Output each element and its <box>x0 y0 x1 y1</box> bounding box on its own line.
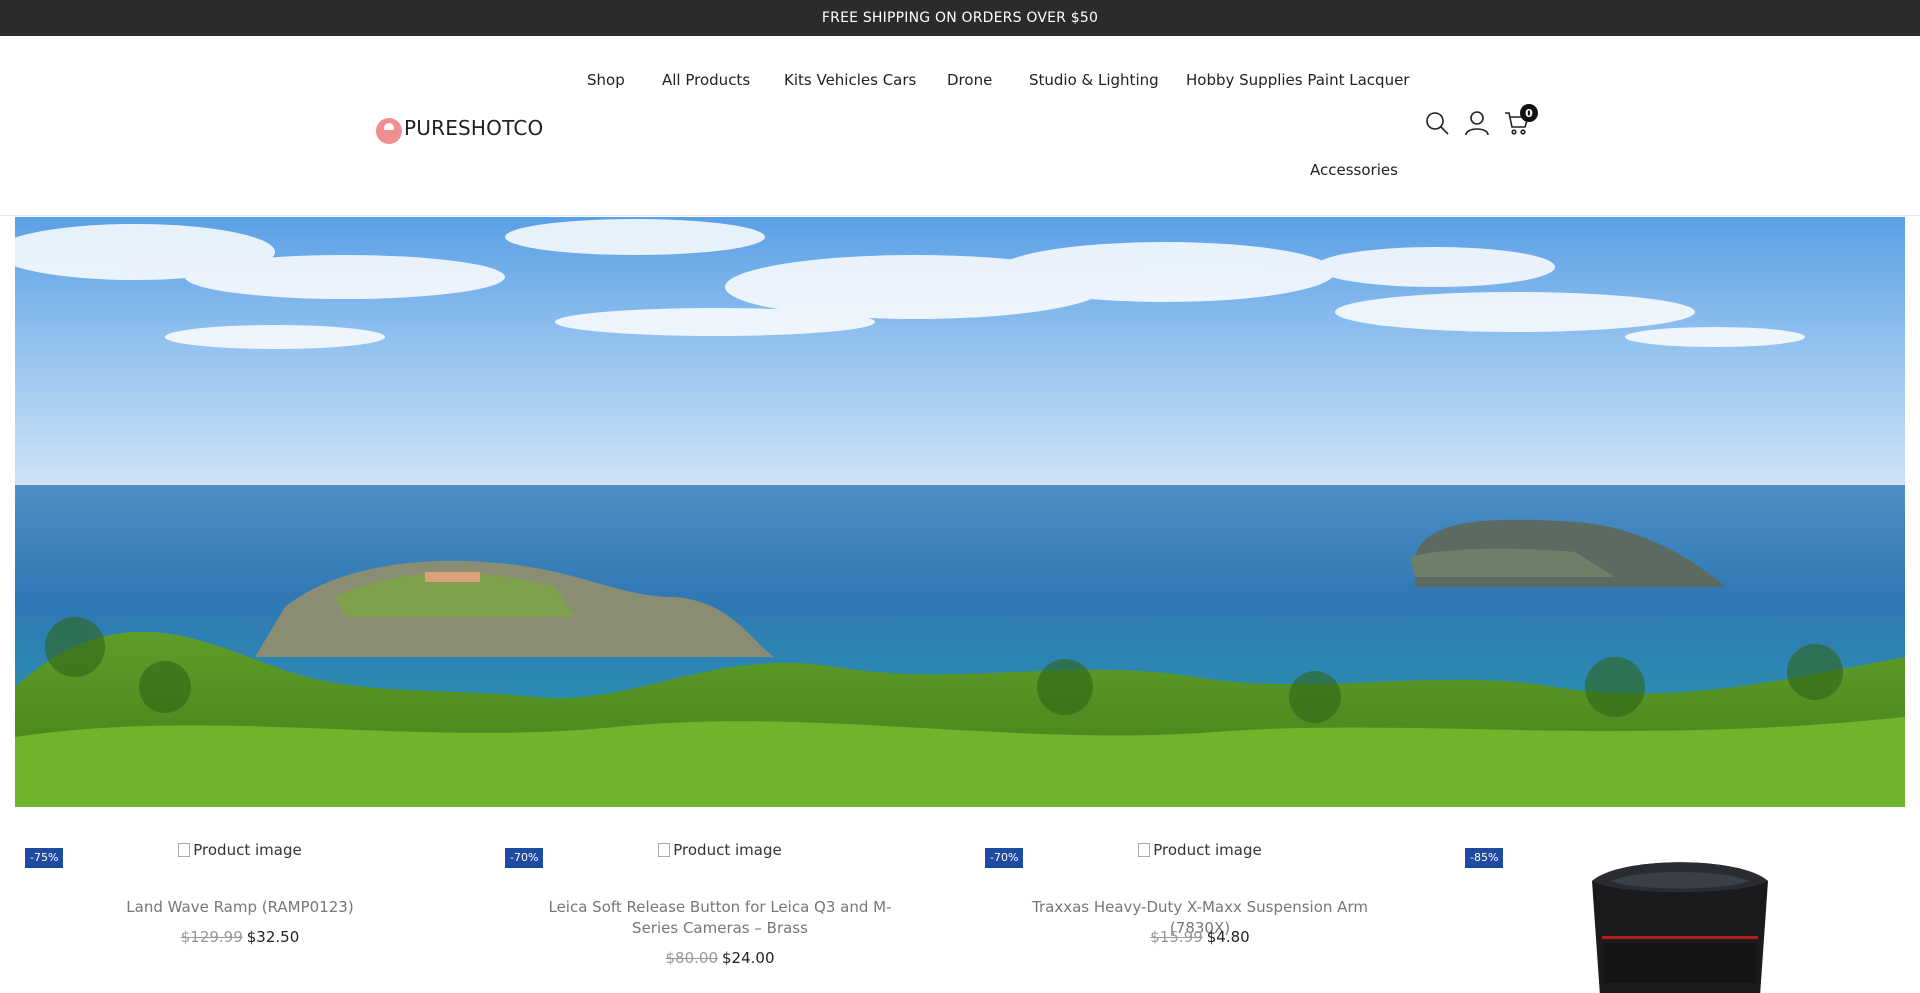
announcement-bar: FREE SHIPPING ON ORDERS OVER $50 <box>0 0 1920 36</box>
logo-text: PURESHOTCO <box>404 116 544 140</box>
user-icon[interactable] <box>1464 110 1490 138</box>
old-price: $15.99 <box>1150 928 1203 946</box>
announcement-text: FREE SHIPPING ON ORDERS OVER $50 <box>821 10 1099 26</box>
product-image[interactable]: Product image <box>960 841 1440 861</box>
broken-image-icon <box>1138 843 1151 857</box>
product-title[interactable]: Leica Soft Release Button for Leica Q3 a… <box>540 897 900 939</box>
sale-price: $4.80 <box>1206 928 1250 946</box>
nav-item-hobby-supplies[interactable]: Hobby Supplies Paint Lacquer <box>1186 71 1409 89</box>
broken-image-icon <box>178 843 191 857</box>
search-icon[interactable] <box>1424 110 1450 138</box>
product-grid: -75% Product image Land Wave Ramp (RAMP0… <box>0 808 1920 993</box>
cart-count-badge: 0 <box>1520 104 1538 122</box>
old-price: $80.00 <box>665 949 719 967</box>
product-title[interactable]: Land Wave Ramp (RAMP0123) <box>60 897 420 918</box>
product-image[interactable]: Product image <box>0 841 480 861</box>
product-card[interactable]: -75% Product image Land Wave Ramp (RAMP0… <box>0 808 480 993</box>
nav-item-shop[interactable]: Shop <box>587 71 625 89</box>
hero-landscape-image <box>15 217 1905 807</box>
discount-badge: -85% <box>1465 848 1504 868</box>
header-icons: 0 <box>1424 104 1538 138</box>
cart-icon[interactable]: 0 <box>1504 104 1538 138</box>
logo-icon <box>376 118 402 144</box>
nav-item-studio-lighting[interactable]: Studio & Lighting <box>1029 71 1159 89</box>
product-card[interactable]: -70% Product image Leica Soft Release Bu… <box>480 808 960 993</box>
sale-price: $24.00 <box>722 949 775 967</box>
nav-item-kits-vehicles-cars[interactable]: Kits Vehicles Cars <box>784 71 916 89</box>
product-price: $80.00 $24.00 <box>480 949 960 967</box>
nav-item-accessories[interactable]: Accessories <box>1310 161 1398 179</box>
product-image-lens[interactable] <box>1580 841 1780 993</box>
old-price: $129.99 <box>180 928 243 946</box>
site-logo[interactable]: PURESHOTCO <box>376 112 543 144</box>
product-price: $15.99 $4.80 <box>960 928 1440 946</box>
product-image-alt: Product image <box>193 841 302 859</box>
nav-item-all-products[interactable]: All Products <box>662 71 750 89</box>
product-image-alt: Product image <box>673 841 782 859</box>
hero-banner <box>15 217 1905 807</box>
site-header: PURESHOTCO Shop All Products Kits Vehicl… <box>0 36 1920 216</box>
sale-price: $32.50 <box>246 928 300 946</box>
product-image-alt: Product image <box>1153 841 1262 859</box>
broken-image-icon <box>658 843 671 857</box>
nav-item-drone[interactable]: Drone <box>947 71 992 89</box>
product-price: $129.99 $32.50 <box>0 928 480 946</box>
product-card[interactable]: -70% Product image Traxxas Heavy-Duty X-… <box>960 808 1440 993</box>
product-image[interactable]: Product image <box>480 841 960 861</box>
